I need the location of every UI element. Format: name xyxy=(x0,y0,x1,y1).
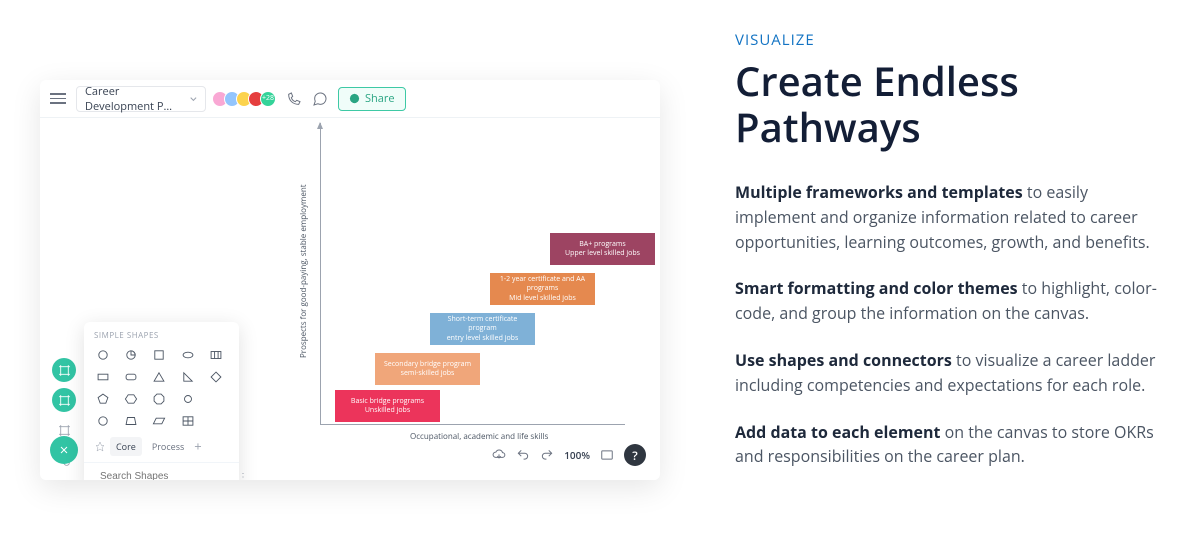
search-shapes-input[interactable] xyxy=(100,471,232,481)
top-bar: Career Development P… +28 Share xyxy=(40,80,660,118)
globe-icon xyxy=(349,93,360,104)
feature-paragraph-2: Smart formatting and color themes to hig… xyxy=(735,276,1165,326)
feature-paragraph-4: Add data to each element on the canvas t… xyxy=(735,420,1165,470)
outline-circle-shape-icon[interactable] xyxy=(94,413,112,429)
help-button[interactable]: ? xyxy=(624,444,646,466)
ladder-step-4[interactable]: 1-2 year certificate and AA programsMid … xyxy=(490,273,595,305)
shape-search-row: ⋮ xyxy=(84,462,239,480)
parallelogram-shape-icon[interactable] xyxy=(150,413,168,429)
bottom-right-controls: 100% ? xyxy=(492,444,646,466)
grid-shape-icon[interactable] xyxy=(179,413,197,429)
pin-icon[interactable] xyxy=(94,441,106,453)
hexagon-shape-icon[interactable] xyxy=(122,391,140,407)
fit-screen-icon[interactable] xyxy=(600,448,614,462)
blank-shape-slot xyxy=(207,413,225,429)
app-window: Career Development P… +28 Share xyxy=(40,80,660,480)
collaborator-avatars[interactable]: +28 xyxy=(216,91,276,107)
document-name-dropdown[interactable]: Career Development P… xyxy=(76,86,206,112)
avatar-overflow-badge: +28 xyxy=(260,91,276,107)
octagon-shape-icon[interactable] xyxy=(150,391,168,407)
feature-paragraph-3: Use shapes and connectors to visualize a… xyxy=(735,348,1165,398)
ladder-step-5[interactable]: BA+ programsUpper level skilled jobs xyxy=(550,233,655,265)
chevron-down-icon xyxy=(190,95,197,103)
document-name-label: Career Development P… xyxy=(85,84,190,114)
x-axis xyxy=(320,424,625,425)
feature-paragraph-1: Multiple frameworks and templates to eas… xyxy=(735,180,1165,254)
panel-tabs: Core Process + xyxy=(94,437,229,456)
shapes-panel: SIMPLE SHAPES xyxy=(84,322,239,480)
ladder-step-1[interactable]: Basic bridge programsUnskilled jobs xyxy=(335,390,440,422)
tab-process[interactable]: Process xyxy=(146,437,190,456)
close-panel-button[interactable] xyxy=(50,436,78,464)
triangle-shape-icon[interactable] xyxy=(150,369,168,385)
add-tab-button[interactable]: + xyxy=(194,440,201,453)
comment-icon[interactable] xyxy=(312,91,328,107)
y-axis-label: Prospects for good-paying, stable employ… xyxy=(298,184,309,358)
page-heading: Create Endless Pathways xyxy=(735,58,1165,150)
frame-tool-button-2[interactable] xyxy=(52,388,76,412)
undo-icon[interactable] xyxy=(516,448,530,462)
blank-shape-slot xyxy=(207,391,225,407)
table-shape-icon[interactable] xyxy=(207,347,225,363)
square-shape-icon[interactable] xyxy=(150,347,168,363)
tab-core[interactable]: Core xyxy=(110,437,142,456)
circle-shape-icon[interactable] xyxy=(94,347,112,363)
arc-shape-icon[interactable] xyxy=(122,347,140,363)
more-options-icon[interactable]: ⋮ xyxy=(238,469,249,480)
rect-shape-icon[interactable] xyxy=(94,369,112,385)
hamburger-menu-icon[interactable] xyxy=(50,93,66,104)
roundrect-shape-icon[interactable] xyxy=(122,369,140,385)
share-label: Share xyxy=(365,91,395,106)
panel-title: SIMPLE SHAPES xyxy=(94,330,229,341)
x-axis-label: Occupational, academic and life skills xyxy=(410,431,548,442)
cloud-sync-icon[interactable] xyxy=(492,448,506,462)
y-axis xyxy=(320,123,321,425)
zoom-level[interactable]: 100% xyxy=(564,448,590,462)
share-button[interactable]: Share xyxy=(338,87,406,111)
frame-tool-button[interactable] xyxy=(52,358,76,382)
right-triangle-shape-icon[interactable] xyxy=(179,369,197,385)
eyebrow-label: VISUALIZE xyxy=(735,30,1165,50)
phone-icon[interactable] xyxy=(286,91,302,107)
ladder-step-3[interactable]: Short-term certificate programentry leve… xyxy=(430,313,535,345)
marketing-copy: VISUALIZE Create Endless Pathways Multip… xyxy=(700,0,1200,547)
trapezoid-shape-icon[interactable] xyxy=(122,413,140,429)
shape-grid xyxy=(94,347,229,429)
ladder-step-2[interactable]: Secondary bridge programsemi-skilled job… xyxy=(375,353,480,385)
small-circle-shape-icon[interactable] xyxy=(179,391,197,407)
redo-icon[interactable] xyxy=(540,448,554,462)
canvas-area[interactable]: Prospects for good-paying, stable employ… xyxy=(40,118,660,480)
ellipse-shape-icon[interactable] xyxy=(179,347,197,363)
diamond-shape-icon[interactable] xyxy=(207,369,225,385)
pentagon-shape-icon[interactable] xyxy=(94,391,112,407)
